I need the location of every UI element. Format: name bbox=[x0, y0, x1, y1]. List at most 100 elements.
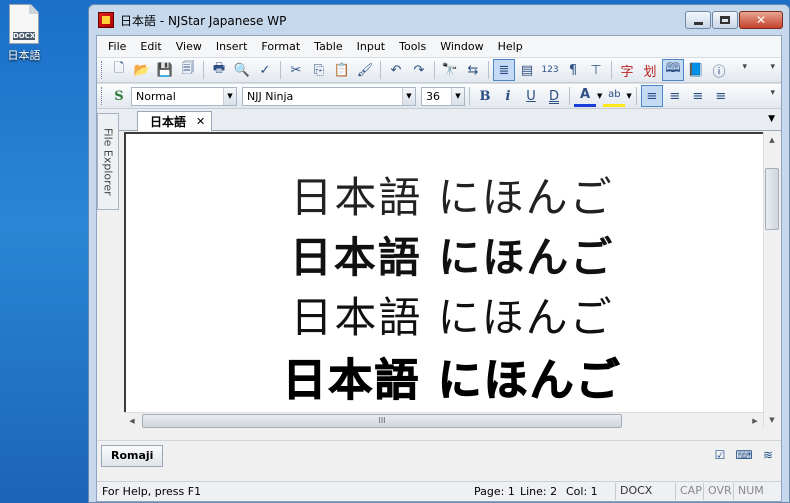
save-all-icon[interactable]: 🗐 bbox=[177, 59, 199, 81]
info-icon[interactable]: ⓘ bbox=[708, 59, 730, 81]
paragraph-marks-icon[interactable]: ≣ bbox=[493, 59, 515, 81]
menu-tools[interactable]: Tools bbox=[392, 40, 433, 53]
replace-icon[interactable]: ⇆ bbox=[462, 59, 484, 81]
align-center-icon[interactable]: ≡ bbox=[664, 85, 686, 107]
close-button[interactable]: ✕ bbox=[739, 11, 783, 29]
chevron-down-icon[interactable]: ▼ bbox=[626, 92, 631, 100]
spellcheck-icon[interactable]: ✓ bbox=[254, 59, 276, 81]
maximize-button[interactable] bbox=[712, 11, 738, 29]
menu-window[interactable]: Window bbox=[433, 40, 490, 53]
horizontal-scroll-thumb[interactable]: III bbox=[142, 414, 622, 428]
font-size-select[interactable]: 36 ▼ bbox=[421, 86, 465, 106]
formatting-toolbar: S Normal ▼ NJJ Ninja ▼ 36 ▼ B i U D A ▼ … bbox=[97, 83, 781, 109]
book-icon[interactable]: 📘 bbox=[685, 59, 707, 81]
input-method-bar: Romaji ☑ ⌨ ≋ bbox=[97, 440, 781, 470]
show-hide-icon[interactable]: ⊤ bbox=[585, 59, 607, 81]
style-select[interactable]: Normal ▼ bbox=[131, 86, 237, 106]
menu-table[interactable]: Table bbox=[307, 40, 349, 53]
status-help-text: For Help, press F1 bbox=[102, 485, 202, 498]
vertical-scrollbar[interactable]: ▲ ▼ bbox=[763, 132, 779, 428]
chevron-down-icon[interactable]: ▼ bbox=[223, 87, 236, 105]
chevron-down-icon[interactable]: ▼ bbox=[402, 87, 415, 105]
app-icon[interactable] bbox=[98, 12, 114, 28]
style-value: Normal bbox=[136, 89, 176, 103]
file-explorer-panel-tab[interactable]: File Explorer bbox=[97, 113, 119, 210]
title-bar[interactable]: 日本語 - NJStar Japanese WP ✕ bbox=[89, 5, 789, 35]
menu-format[interactable]: Format bbox=[254, 40, 307, 53]
undo-icon[interactable]: ↶ bbox=[385, 59, 407, 81]
chevron-down-icon[interactable]: ▼ bbox=[597, 92, 602, 100]
layers-icon[interactable]: ≋ bbox=[759, 446, 777, 464]
tab-document[interactable]: 日本語 ✕ bbox=[137, 111, 213, 131]
redo-icon[interactable]: ↷ bbox=[408, 59, 430, 81]
format-painter-icon[interactable]: 🖌 bbox=[354, 59, 376, 81]
font-value: NJJ Ninja bbox=[247, 89, 294, 103]
font-select[interactable]: NJJ Ninja ▼ bbox=[242, 86, 416, 106]
toolbar-grip[interactable] bbox=[101, 87, 104, 105]
scroll-up-icon[interactable]: ▲ bbox=[764, 132, 780, 148]
close-icon[interactable]: ✕ bbox=[196, 115, 205, 128]
copy-icon[interactable]: ⎘ bbox=[308, 59, 330, 81]
text-line[interactable]: 日本語 にほんご bbox=[126, 284, 778, 345]
minimize-button[interactable] bbox=[685, 11, 711, 29]
chevron-down-icon[interactable]: ▼ bbox=[451, 87, 464, 105]
desktop-docx-file[interactable]: DOCX 日本語 bbox=[2, 4, 46, 63]
keyboard-icon[interactable]: ⌨ bbox=[735, 446, 753, 464]
status-page: Page: 1 bbox=[474, 485, 515, 498]
toolbar-end-grip[interactable]: ▾ bbox=[770, 62, 775, 72]
menu-file[interactable]: File bbox=[101, 40, 133, 53]
align-right-icon[interactable]: ≡ bbox=[687, 85, 709, 107]
underline-button[interactable]: U bbox=[520, 85, 542, 107]
word-stroke-icon[interactable]: 划 bbox=[639, 59, 661, 81]
open-folder-icon[interactable]: 📂 bbox=[131, 59, 153, 81]
checkbox-icon[interactable]: ☑ bbox=[711, 446, 729, 464]
highlight-button[interactable]: ab bbox=[603, 85, 626, 107]
vertical-scroll-thumb[interactable] bbox=[765, 168, 779, 230]
italic-button[interactable]: i bbox=[497, 85, 519, 107]
columns-icon[interactable]: ▤ bbox=[516, 59, 538, 81]
scroll-right-icon[interactable]: ▶ bbox=[747, 413, 763, 429]
status-bar: For Help, press F1 Page: 1 Line: 2 Col: … bbox=[97, 481, 781, 501]
document-editor[interactable]: 日本語 にほんご 日本語 にほんご 日本語 にほんご 日本語 にほんご bbox=[124, 132, 778, 412]
new-file-icon[interactable]: 🗋 bbox=[108, 59, 130, 81]
menu-input[interactable]: Input bbox=[350, 40, 392, 53]
menu-insert[interactable]: Insert bbox=[209, 40, 255, 53]
scroll-down-icon[interactable]: ▼ bbox=[764, 412, 780, 428]
romaji-button[interactable]: Romaji bbox=[101, 444, 164, 467]
toolbar-overflow-icon[interactable]: ▾ bbox=[742, 62, 747, 72]
find-icon[interactable]: 🔭 bbox=[439, 59, 461, 81]
align-left-icon[interactable]: ≡ bbox=[640, 85, 663, 107]
pilcrow-icon[interactable]: ¶ bbox=[562, 59, 584, 81]
save-icon[interactable]: 💾 bbox=[154, 59, 176, 81]
styles-icon[interactable]: S bbox=[108, 85, 130, 107]
justify-icon[interactable]: ≡ bbox=[710, 85, 732, 107]
tab-label: 日本語 bbox=[150, 115, 187, 129]
dictionary-icon[interactable]: 🕮 bbox=[662, 59, 684, 81]
app-window: 日本語 - NJStar Japanese WP ✕ File Edit Vie… bbox=[88, 4, 790, 503]
menu-edit[interactable]: Edit bbox=[133, 40, 168, 53]
scroll-left-icon[interactable]: ◀ bbox=[124, 413, 140, 429]
kanji-char-icon[interactable]: 字 bbox=[616, 59, 638, 81]
paste-icon[interactable]: 📋 bbox=[331, 59, 353, 81]
print-preview-icon[interactable]: 🔍 bbox=[231, 59, 253, 81]
window-title: 日本語 - NJStar Japanese WP bbox=[120, 13, 287, 28]
font-color-button[interactable]: A bbox=[574, 85, 596, 107]
text-line[interactable]: 日本語 にほんご bbox=[126, 164, 778, 225]
document-tabs: 日本語 ✕ ▼ bbox=[97, 109, 781, 131]
text-line[interactable]: 日本語 にほんご bbox=[126, 344, 778, 408]
tab-list-dropdown-icon[interactable]: ▼ bbox=[768, 114, 775, 124]
close-icon: ✕ bbox=[755, 13, 767, 27]
cut-icon[interactable]: ✂ bbox=[285, 59, 307, 81]
toolbar-grip[interactable] bbox=[101, 61, 104, 79]
menu-help[interactable]: Help bbox=[491, 40, 530, 53]
line-numbers-icon[interactable]: 123 bbox=[539, 59, 561, 81]
bold-button[interactable]: B bbox=[474, 85, 496, 107]
text-line[interactable]: 日本語 にほんご bbox=[126, 224, 778, 285]
double-underline-button[interactable]: D bbox=[543, 85, 565, 107]
print-icon[interactable]: 🖶 bbox=[208, 59, 230, 81]
minimize-icon bbox=[693, 21, 703, 25]
menu-view[interactable]: View bbox=[169, 40, 209, 53]
status-num: NUM bbox=[733, 483, 767, 500]
toolbar-end-grip[interactable]: ▾ bbox=[770, 88, 775, 98]
horizontal-scrollbar[interactable]: ◀ III ▶ bbox=[124, 412, 763, 428]
